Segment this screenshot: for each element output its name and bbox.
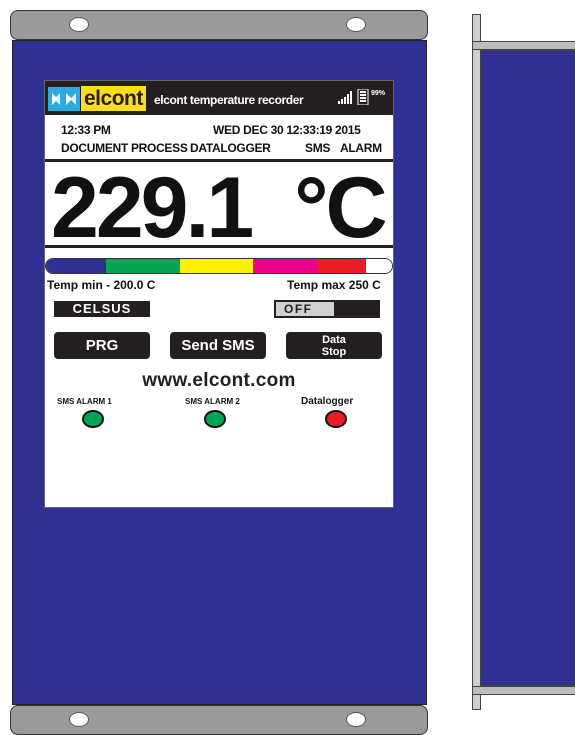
device-side-view [472,14,575,710]
sms-alarm-1-indicator [82,410,104,428]
mounting-hole [69,17,89,32]
display-screen: elcont elcont temperature recorder 99% 1… [44,80,394,508]
status-document-process: DOCUMENT PROCESS [61,141,188,155]
send-sms-button[interactable]: Send SMS [170,332,266,359]
sms-alarm-2-label: SMS ALARM 2 [185,397,240,406]
scale-segment [318,259,367,273]
send-sms-button-label: Send SMS [181,337,255,354]
side-edge [472,14,481,710]
unit-mode-label: CELSUS [54,301,150,317]
toggle-state-label: OFF [276,302,334,316]
divider [45,245,393,248]
data-stop-button[interactable]: Data Stop [286,332,382,359]
scale-segment [252,259,319,273]
website-link[interactable]: www.elcont.com [45,370,393,392]
off-toggle[interactable]: OFF [274,300,380,318]
data-stop-line2: Stop [321,346,347,358]
scale-segment [180,259,253,273]
side-top-flange [472,41,575,50]
current-time: 12:33 PM [61,123,111,137]
app-title: elcont temperature recorder [154,93,304,107]
status-datalogger: DATALOGGER [190,141,271,155]
prg-button[interactable]: PRG [54,332,150,359]
top-mounting-rail [10,10,428,40]
temperature-reading: 229.1 °C [51,165,388,251]
prg-button-label: PRG [85,337,119,354]
battery-icon [357,88,369,110]
title-bar: elcont elcont temperature recorder 99% [45,81,393,115]
status-sms: SMS [305,141,331,155]
sms-alarm-2-indicator [204,410,226,428]
bottom-mounting-rail [10,705,428,735]
logo-wordmark: elcont [81,86,146,111]
mounting-hole [346,17,366,32]
battery-percentage: 99% [371,90,386,97]
side-bottom-flange [472,686,575,695]
current-datetime: WED DEC 30 12:33:19 2015 [213,123,361,137]
temp-min-label: Temp min - 200.0 C [47,278,156,292]
datalogger-label: Datalogger [301,396,354,407]
datalogger-indicator [325,410,347,428]
sms-alarm-1-label: SMS ALARM 1 [57,397,112,406]
status-alarm: ALARM [340,141,382,155]
scale-segment [105,259,181,273]
signal-strength-icon [338,91,354,109]
temperature-value: 229.1 [51,160,254,256]
scale-segment [46,259,106,273]
data-stop-line1: Data [322,334,346,346]
temperature-scale-bar [45,258,393,274]
temp-max-label: Temp max 250 C [287,278,381,292]
temperature-unit: °C [294,160,387,256]
side-panel [481,50,575,686]
elcont-logo-icon [48,87,80,111]
mounting-hole [69,712,89,727]
scale-segment [366,259,392,273]
mounting-hole [346,712,366,727]
